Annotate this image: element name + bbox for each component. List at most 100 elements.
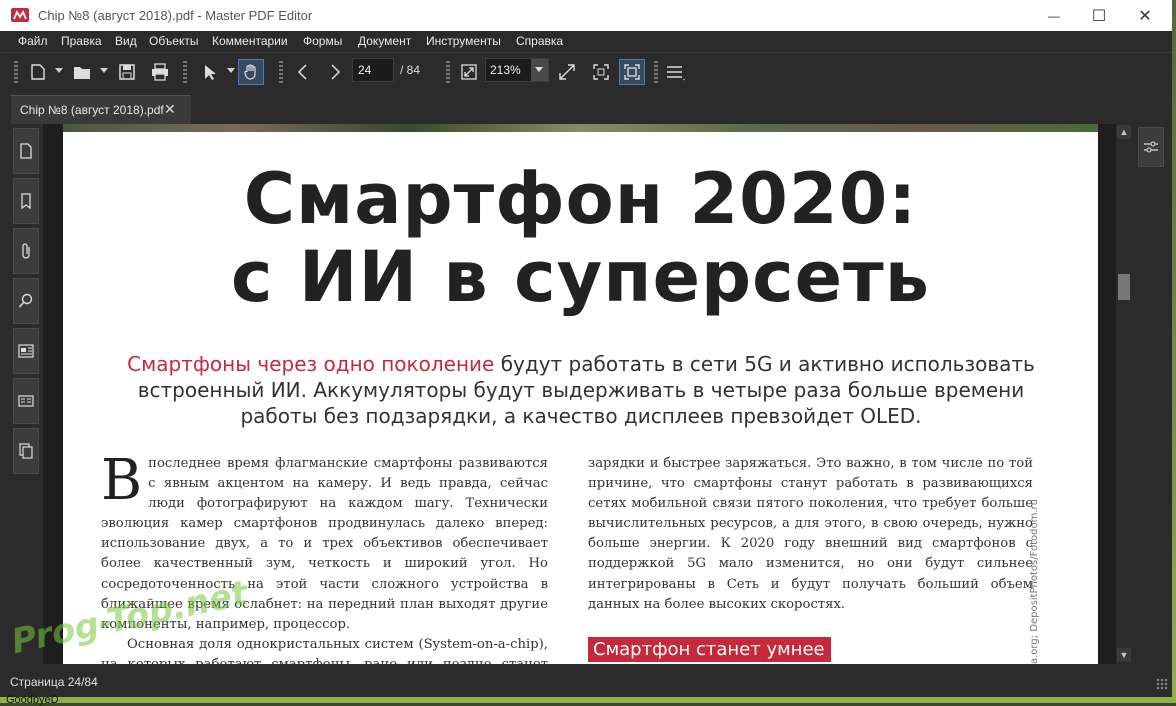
scroll-thumb[interactable] (1118, 274, 1130, 300)
page-status: Страница 24/84 (10, 675, 98, 689)
fit-width-icon (559, 64, 575, 80)
select-arrow-icon (205, 65, 216, 80)
menu-objects[interactable]: Объекты (149, 34, 199, 48)
app-logo-icon (11, 8, 29, 22)
menu-tools[interactable]: Инструменты (426, 34, 501, 48)
new-document-dropdown-icon[interactable] (55, 68, 63, 73)
menu-help[interactable]: Справка (516, 34, 563, 48)
menu-document[interactable]: Документ (358, 34, 411, 48)
scroll-up-icon[interactable]: ▲ (1117, 125, 1131, 139)
signatures-icon (18, 395, 34, 407)
save-button[interactable] (114, 59, 140, 85)
main-toolbar (0, 52, 1172, 91)
actual-size-button[interactable] (588, 59, 614, 85)
new-document-icon (31, 64, 45, 80)
minimize-button[interactable]: — (1031, 0, 1077, 31)
article-lead: Смартфоны через одно поколение будут раб… (101, 351, 1061, 429)
menu-file[interactable]: Файл (18, 34, 48, 48)
menu-bar: Файл Правка Вид Объекты Комментарии Форм… (0, 31, 1172, 52)
print-button[interactable] (147, 59, 173, 85)
menu-icon (667, 66, 685, 81)
save-icon (119, 64, 135, 80)
headline-line-2: с ИИ в суперсеть (231, 236, 930, 318)
right-panel-bar (1136, 124, 1166, 664)
column-1-paragraph-2: Основная доля однокристальных систем (Sy… (101, 636, 548, 664)
properties-panel-button[interactable] (1138, 127, 1164, 167)
close-button[interactable]: ✕ (1122, 0, 1168, 31)
pages-panel-button[interactable] (13, 128, 39, 174)
toolbar-grip[interactable] (446, 61, 450, 83)
lead-highlight: Смартфоны через одно поколение (127, 352, 495, 376)
article-column-2: зарядки и быстрее заряжаться. Это важно,… (588, 454, 1033, 615)
column-2-paragraph-1: зарядки и быстрее заряжаться. Это важно,… (588, 456, 1033, 612)
maximize-button[interactable]: ☐ (1076, 0, 1122, 31)
pages-icon (20, 143, 32, 159)
headline-line-1: Смартфон 2020: (243, 158, 918, 240)
search-icon (18, 293, 33, 308)
window-title: Chip №8 (август 2018).pdf - Master PDF E… (38, 8, 313, 23)
expand-button[interactable] (554, 59, 580, 85)
fit-page-icon (461, 64, 477, 80)
page-total-label: / 84 (400, 63, 421, 77)
tab-document[interactable]: Chip №8 (август 2018).pdf ✕ (11, 95, 191, 125)
fit-page-button[interactable] (456, 59, 482, 85)
copy-panel-button[interactable] (13, 428, 39, 474)
properties-slider-icon (1144, 141, 1158, 153)
next-page-button[interactable] (322, 59, 348, 85)
scroll-down-icon[interactable]: ▼ (1117, 648, 1131, 662)
previous-page-icon (297, 64, 307, 80)
attachments-icon (22, 243, 30, 259)
resize-grip-icon[interactable] (1156, 678, 1168, 690)
section-subheading: Смартфон станет умнее (588, 637, 831, 662)
previous-page-button[interactable] (290, 59, 316, 85)
document-tabs: Chip №8 (август 2018).pdf ✕ (0, 90, 1172, 125)
page-top-photo (63, 124, 1098, 132)
copy-icon (19, 443, 33, 459)
article-column-1: В последнее время флагманские смартфоны … (101, 448, 548, 665)
toolbar-grip[interactable] (279, 61, 283, 83)
open-button[interactable] (69, 59, 95, 85)
zoom-dropdown-icon[interactable] (531, 59, 548, 81)
desktop-label: GoodbyeD (6, 694, 59, 706)
search-panel-button[interactable] (13, 278, 39, 324)
minimize-icon: — (1048, 8, 1060, 23)
menu-view[interactable]: Вид (115, 34, 137, 48)
toolbar-grip[interactable] (183, 61, 187, 83)
page-number-input[interactable]: 24 (352, 58, 394, 82)
menu-comments[interactable]: Комментарии (212, 34, 288, 48)
close-icon: ✕ (1138, 7, 1152, 25)
toolbar-grip[interactable] (14, 61, 18, 83)
vertical-scrollbar[interactable]: ▲ ▼ (1116, 124, 1132, 664)
print-icon (152, 63, 168, 81)
hand-tool-icon (244, 64, 256, 80)
attachments-panel-button[interactable] (13, 228, 39, 274)
status-bar: Страница 24/84 (0, 670, 1172, 694)
layers-panel-button[interactable] (13, 328, 39, 374)
select-tool-dropdown-icon[interactable] (227, 68, 235, 73)
tab-close-icon[interactable]: ✕ (164, 101, 176, 118)
bookmarks-panel-button[interactable] (13, 178, 39, 224)
next-page-icon (331, 64, 341, 80)
actual-size-icon (593, 64, 609, 80)
fullscreen-button[interactable] (619, 59, 645, 85)
layers-icon (18, 344, 34, 358)
open-dropdown-icon[interactable] (100, 68, 108, 73)
more-menu-button[interactable] (662, 59, 688, 85)
new-document-button[interactable] (25, 59, 51, 85)
maximize-icon: ☐ (1091, 7, 1107, 25)
drop-cap: В (101, 448, 143, 513)
menu-forms[interactable]: Формы (303, 34, 342, 48)
fullscreen-icon (624, 64, 640, 80)
tab-label: Chip №8 (август 2018).pdf (20, 103, 164, 117)
hand-tool-button[interactable] (238, 59, 264, 85)
left-panel-bar (11, 124, 41, 664)
bookmarks-icon (21, 193, 31, 209)
title-bar: Chip №8 (август 2018).pdf - Master PDF E… (0, 0, 1172, 31)
toolbar-grip[interactable] (654, 61, 658, 83)
photo-credit: a.org; DepositPhotos/Fotodom.ru (1029, 499, 1040, 664)
open-folder-icon (74, 67, 90, 79)
menu-edit[interactable]: Правка (61, 34, 102, 48)
signatures-panel-button[interactable] (13, 378, 39, 424)
article-headline: Смартфон 2020: с ИИ в суперсеть (63, 160, 1098, 316)
select-tool-button[interactable] (196, 59, 222, 85)
